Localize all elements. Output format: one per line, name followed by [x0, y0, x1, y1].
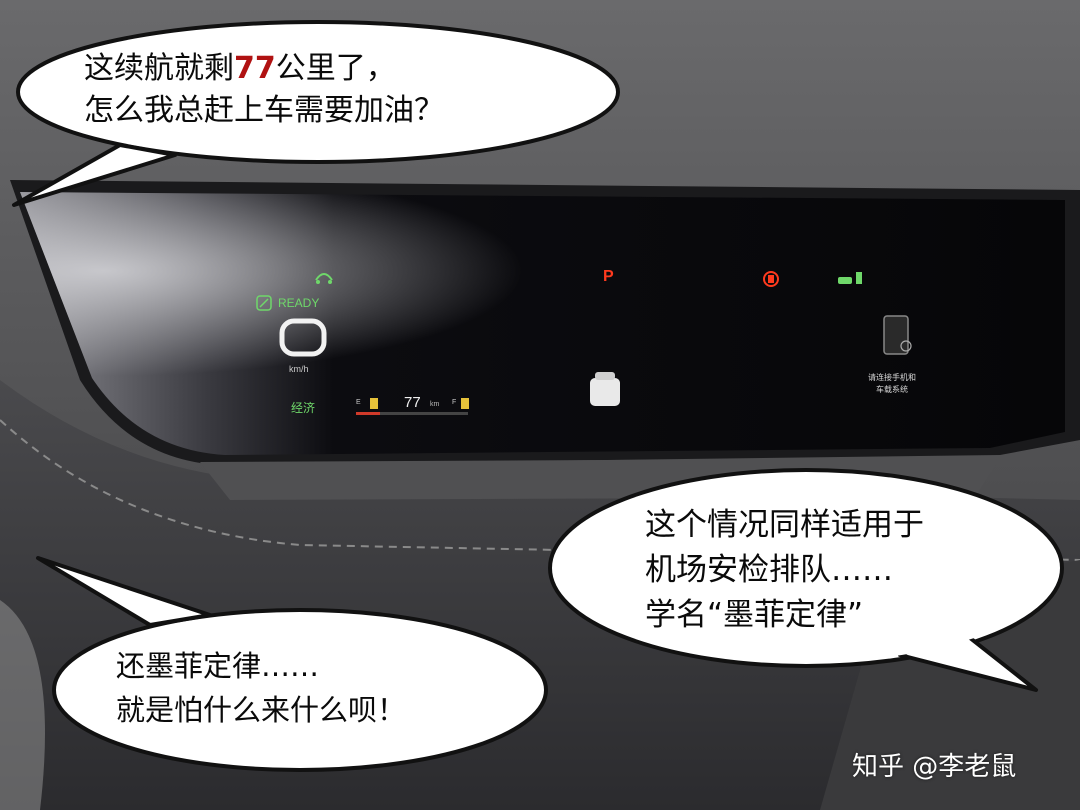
bubble-text-fragment: 公里了， [275, 51, 396, 86]
bubble-text-bottom-left: 还墨菲定律…… 就是怕什么来什么呗！ [116, 644, 406, 732]
bubble-line: 学名“墨菲定律” [645, 597, 864, 633]
bubble-line: 机场安检排队…… [645, 552, 893, 588]
bubble-line: 这个情况同样适用于 [645, 507, 924, 543]
bubble-text-top-left: 这续航就剩77公里了， 怎么我总赶上车需要加油？ [84, 48, 444, 132]
phone-icon [883, 315, 912, 355]
fuel-pump-icon [370, 398, 378, 409]
range-highlight: 77 [234, 51, 276, 86]
bubble-line: 就是怕什么来什么呗！ [116, 693, 407, 727]
fuel-pump-full-icon [461, 398, 469, 409]
watermark: 知乎 @李老鼠 [852, 752, 1017, 782]
bubble-line: 这续航就剩77公里了， [84, 48, 444, 90]
bubble-text-fragment: 这续航就剩 [84, 51, 234, 86]
bubble-line: 怎么我总赶上车需要加油？ [84, 93, 444, 128]
bubble-line: 还墨菲定律…… [116, 649, 320, 683]
bubble-text-right: 这个情况同样适用于 机场安检排队…… 学名“墨菲定律” [645, 503, 924, 638]
dashboard-photo: READY km/h 经济 E F 77 km P 请连接手机和 车载系统 这续… [0, 0, 1080, 810]
fuel-level-bar [356, 412, 380, 415]
